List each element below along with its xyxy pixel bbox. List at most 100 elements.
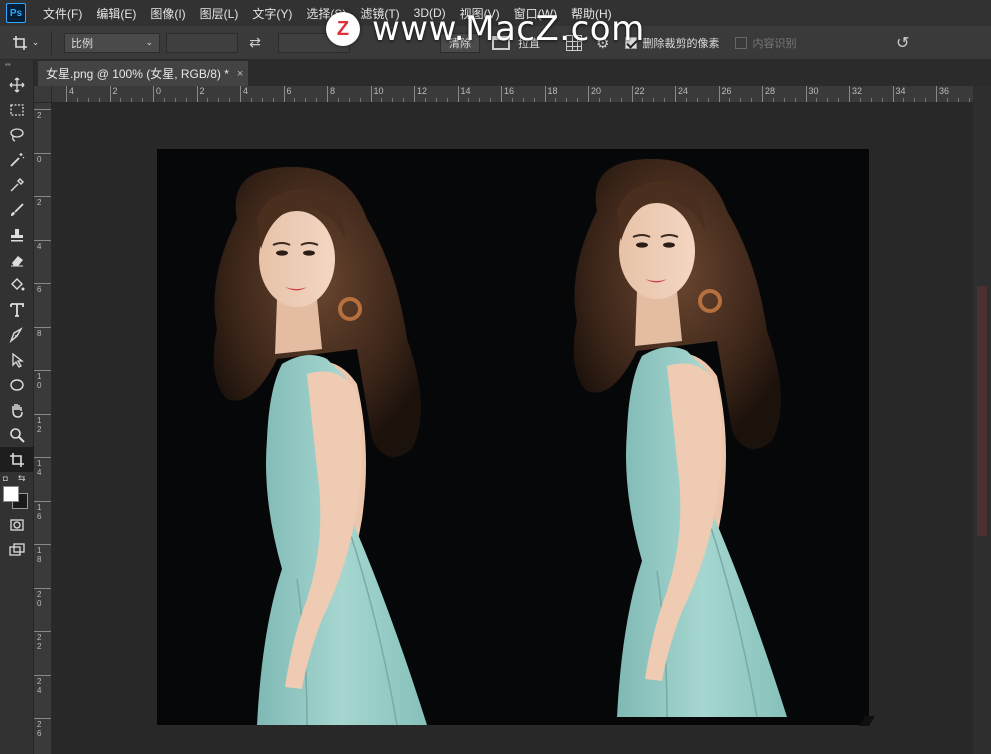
tools-panel: ▪▪ ◘ ⇆ xyxy=(0,60,34,754)
marquee-icon xyxy=(10,103,24,116)
ruler-h-minor-tick xyxy=(653,98,655,102)
ruler-h-minor-tick xyxy=(272,98,274,102)
ruler-v-tick: 26 xyxy=(34,718,51,738)
ruler-v-tick: 22 xyxy=(34,631,51,651)
ruler-h-minor-tick xyxy=(76,98,78,102)
brush-tool[interactable] xyxy=(0,197,34,222)
ellipse-tool[interactable] xyxy=(0,372,34,397)
scrollbar-thumb[interactable] xyxy=(977,286,987,536)
ruler-h-tick: 6 xyxy=(283,86,292,102)
menu-type[interactable]: 文字(Y) xyxy=(245,5,299,22)
close-icon[interactable]: × xyxy=(237,68,243,80)
ruler-h-minor-tick xyxy=(859,98,861,102)
width-field[interactable] xyxy=(166,32,238,53)
horizontal-ruler[interactable]: 4 2 0 2 4 6 8 10 12 14 16 18 20 22 24 26 28 30 32 34 36 xyxy=(52,86,973,103)
ellipse-icon xyxy=(10,378,24,391)
ruler-h-minor-tick xyxy=(968,98,970,102)
ruler-h-minor-tick xyxy=(131,98,133,102)
ruler-h-minor-tick xyxy=(914,98,916,102)
ruler-h-minor-tick xyxy=(729,98,731,102)
ruler-h-minor-tick xyxy=(294,98,296,102)
ruler-h-minor-tick xyxy=(664,98,666,102)
ruler-h-minor-tick xyxy=(794,98,796,102)
ruler-h-minor-tick xyxy=(870,98,872,102)
ruler-v-tick: 4 xyxy=(34,239,51,251)
ruler-h-minor-tick xyxy=(827,98,829,102)
watermark: Z www.MacZ.com xyxy=(326,8,645,50)
crop-tool[interactable] xyxy=(0,447,34,472)
quick-mask-button[interactable] xyxy=(0,512,34,537)
ratio-select[interactable]: 比例 ⌄ xyxy=(64,32,160,53)
ruler-h-minor-tick xyxy=(925,98,927,102)
screen-mode-icon xyxy=(9,542,25,556)
ruler-origin[interactable] xyxy=(34,86,52,103)
ruler-h-minor-tick xyxy=(533,98,535,102)
ruler-h-minor-tick xyxy=(511,98,513,102)
eyedropper-tool[interactable] xyxy=(0,172,34,197)
swap-colors-icon[interactable]: ⇆ xyxy=(18,473,26,484)
ruler-h-tick: 8 xyxy=(327,86,335,102)
ruler-h-tick: 2 xyxy=(196,86,205,102)
ruler-v-tick: 14 xyxy=(34,457,51,477)
ruler-h-minor-tick xyxy=(838,98,840,102)
vertical-scrollbar[interactable] xyxy=(973,86,991,754)
ruler-h-minor-tick xyxy=(577,98,579,102)
foreground-color-swatch[interactable] xyxy=(3,486,19,502)
panel-grip[interactable]: ▪▪ xyxy=(0,60,33,72)
ruler-h-minor-tick xyxy=(772,98,774,102)
path-selection-tool[interactable] xyxy=(0,347,34,372)
ruler-h-minor-tick xyxy=(120,98,122,102)
reset-icon[interactable]: ↺ xyxy=(896,33,909,53)
magic-wand-tool[interactable] xyxy=(0,147,34,172)
tool-preset-picker[interactable]: ⌄ xyxy=(0,30,52,55)
chevron-down-icon: ⌄ xyxy=(31,37,40,47)
watermark-logo-icon: Z xyxy=(326,12,360,46)
ruler-h-minor-tick xyxy=(207,98,209,102)
ruler-h-minor-tick xyxy=(555,98,557,102)
ruler-h-minor-tick xyxy=(740,98,742,102)
hand-tool[interactable] xyxy=(0,397,34,422)
paint-bucket-tool[interactable] xyxy=(0,272,34,297)
pen-tool[interactable] xyxy=(0,322,34,347)
marquee-tool[interactable] xyxy=(0,97,34,122)
ruler-h-minor-tick xyxy=(381,98,383,102)
stamp-tool[interactable] xyxy=(0,222,34,247)
menu-file[interactable]: 文件(F) xyxy=(36,5,89,22)
ruler-h-tick: 0 xyxy=(153,86,161,102)
ruler-h-minor-tick xyxy=(620,98,622,102)
ruler-h-minor-tick xyxy=(359,98,361,102)
ruler-h-minor-tick xyxy=(142,98,144,102)
ruler-h-minor-tick xyxy=(337,98,339,102)
move-tool[interactable] xyxy=(0,72,34,97)
ruler-v-tick: 2 xyxy=(34,196,51,207)
menu-edit[interactable]: 编辑(E) xyxy=(89,5,143,22)
paint-bucket-icon xyxy=(11,277,25,290)
menu-layer[interactable]: 图层(L) xyxy=(193,5,246,22)
ruler-h-minor-tick xyxy=(185,98,187,102)
document-tab[interactable]: 女星.png @ 100% (女星, RGB/8) * × xyxy=(38,61,248,86)
default-colors-icon[interactable]: ◘ xyxy=(3,474,8,483)
ruler-h-minor-tick xyxy=(598,98,600,102)
move-icon xyxy=(9,77,25,92)
ruler-h-minor-tick xyxy=(316,98,318,102)
content-aware-checkbox[interactable] xyxy=(735,36,748,49)
lasso-tool[interactable] xyxy=(0,122,34,147)
image-canvas[interactable] xyxy=(157,149,869,725)
ruler-h-minor-tick xyxy=(98,98,100,102)
ruler-h-minor-tick xyxy=(435,98,437,102)
type-tool[interactable] xyxy=(0,297,34,322)
ruler-v-tick: 20 xyxy=(34,587,51,608)
ruler-h-minor-tick xyxy=(685,98,687,102)
eyedropper-icon xyxy=(10,177,24,191)
ruler-h-minor-tick xyxy=(261,98,263,102)
zoom-tool[interactable] xyxy=(0,422,34,447)
menu-image[interactable]: 图像(I) xyxy=(143,5,192,22)
ruler-v-tick: 12 xyxy=(34,413,51,434)
ruler-h-minor-tick xyxy=(751,98,753,102)
eraser-tool[interactable] xyxy=(0,247,34,272)
type-icon xyxy=(10,302,24,317)
vertical-ruler[interactable]: 202468101214161820222426 xyxy=(34,103,52,754)
screen-mode-button[interactable] xyxy=(0,537,34,562)
swap-icon[interactable]: ⇄ xyxy=(244,34,266,51)
ruler-h-tick: 2 xyxy=(109,86,118,102)
